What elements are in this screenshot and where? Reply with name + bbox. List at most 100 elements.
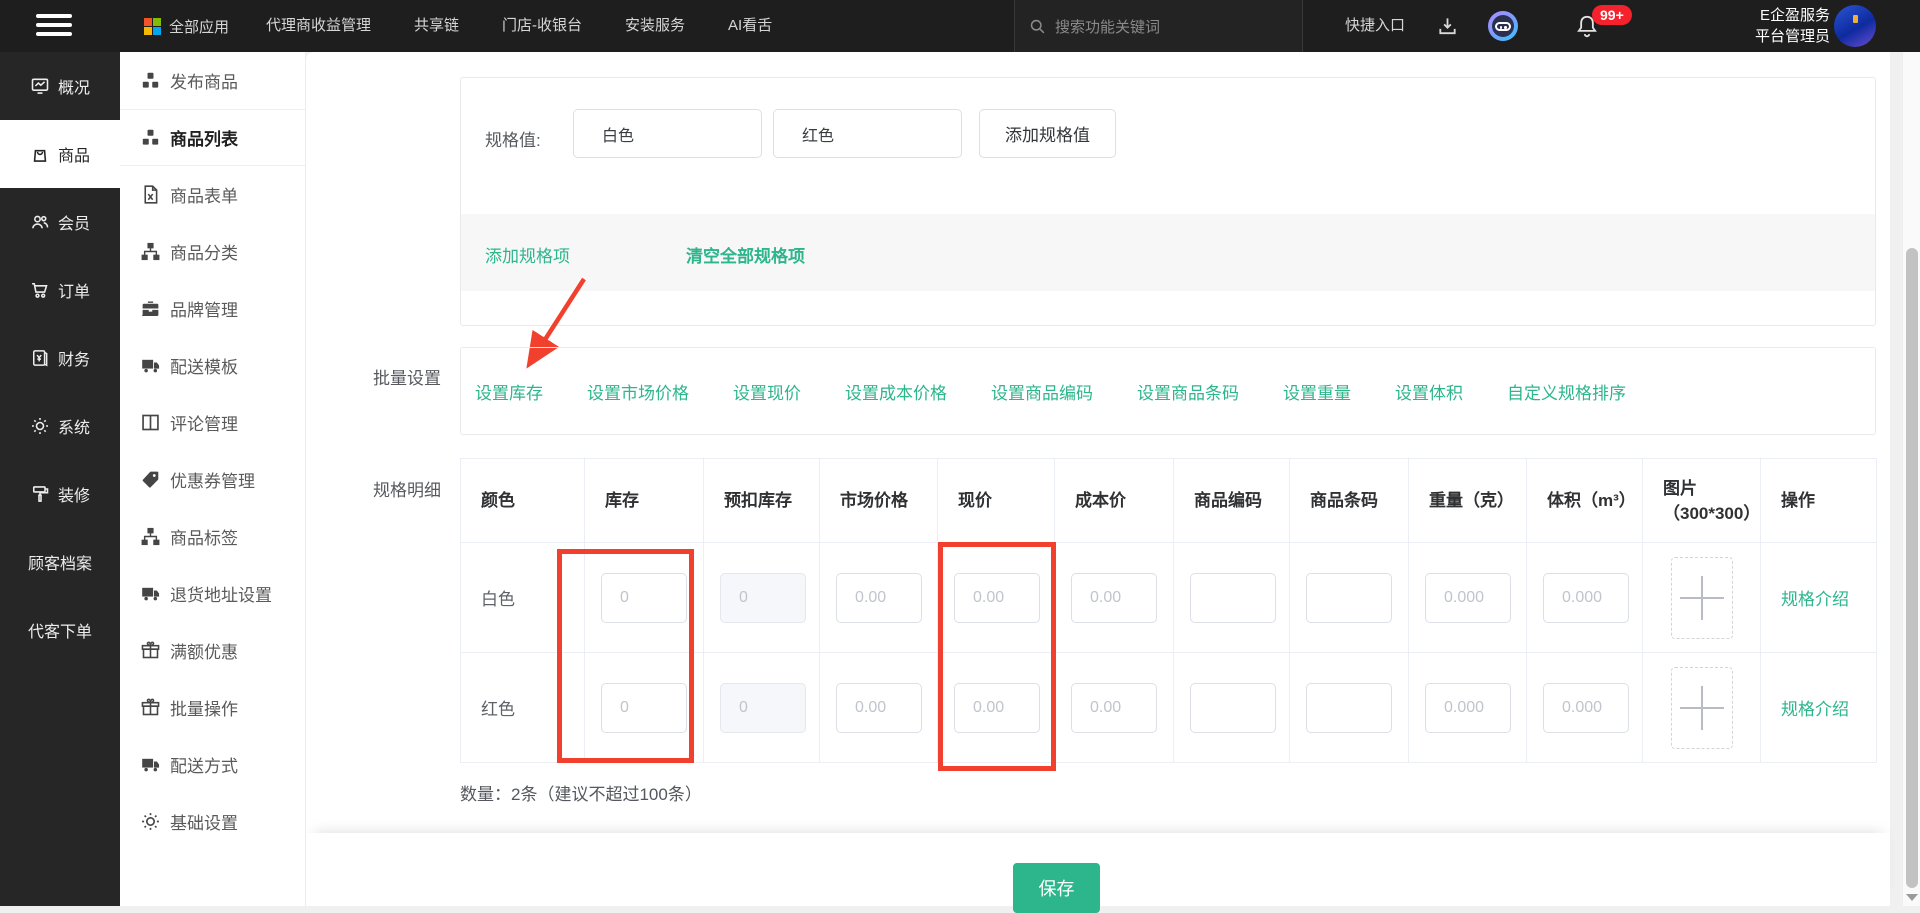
spec-actions-strip: 添加规格项 清空全部规格项 (461, 214, 1875, 291)
col-header-cost: 成本价 (1055, 459, 1174, 543)
batch-set-section: 设置库存 设置市场价格 设置现价 设置成本价格 设置商品编码 设置商品条码 设置… (460, 347, 1876, 435)
submenu-item[interactable]: 发布商品 (120, 52, 305, 109)
code-input[interactable] (1190, 682, 1276, 733)
price-input[interactable] (954, 682, 1040, 733)
stock-input[interactable] (601, 682, 687, 733)
weight-input[interactable] (1425, 682, 1511, 733)
image-upload-button[interactable] (1670, 666, 1733, 749)
spec-intro-link[interactable]: 规格介绍 (1781, 695, 1849, 720)
sidebar-item[interactable]: 装修 (0, 460, 120, 528)
col-header-volume: 体积（m³） (1527, 459, 1643, 543)
scrollbar-down-arrow[interactable] (1906, 894, 1918, 901)
topbar-menu-item[interactable]: AI看舌 (728, 0, 772, 52)
sitemap-icon (140, 526, 161, 547)
spec-value-input-2[interactable] (773, 109, 962, 158)
submenu-item[interactable]: 商品标签 (120, 508, 305, 565)
sidebar-item[interactable]: 订单 (0, 256, 120, 324)
sidebar-item[interactable]: 概况 (0, 52, 120, 120)
price-input[interactable] (954, 572, 1040, 623)
bag-icon (30, 144, 50, 164)
submenu-item[interactable]: 评论管理 (120, 394, 305, 451)
sidebar-item[interactable]: 代客下单 (0, 596, 120, 664)
batch-set-link[interactable]: 设置重量 (1283, 379, 1351, 404)
image-upload-button[interactable] (1670, 556, 1733, 639)
barcode-input[interactable] (1306, 682, 1392, 733)
scrollbar-track[interactable] (1902, 52, 1920, 906)
stock-input[interactable] (601, 572, 687, 623)
barcode-input[interactable] (1306, 572, 1392, 623)
topbar-menu-item[interactable]: 代理商收益管理 (266, 0, 371, 52)
submenu-item[interactable]: 商品列表 (120, 109, 305, 166)
download-icon[interactable] (1436, 15, 1459, 38)
batch-set-link[interactable]: 设置库存 (475, 379, 543, 404)
search-box[interactable]: 搜索功能关键词 (1014, 0, 1303, 52)
quick-entry-link[interactable]: 快捷入口 (1345, 0, 1405, 52)
cost-input[interactable] (1071, 682, 1157, 733)
gift-icon (140, 697, 161, 718)
avatar[interactable] (1834, 5, 1876, 47)
submenu-item[interactable]: 满额优惠 (120, 622, 305, 679)
app-grid-icon (144, 17, 161, 35)
code-input[interactable] (1190, 572, 1276, 623)
batch-set-link[interactable]: 设置体积 (1395, 379, 1463, 404)
add-spec-value-button[interactable]: 添加规格值 (979, 109, 1116, 158)
all-apps-label: 全部应用 (169, 18, 230, 36)
clear-all-spec-link[interactable]: 清空全部规格项 (686, 242, 805, 267)
batch-set-link[interactable]: 设置商品编码 (991, 379, 1093, 404)
col-header-market-price: 市场价格 (820, 459, 938, 543)
submenu-item[interactable]: 基础设置 (120, 793, 305, 850)
main-content: 规格值: 添加规格值 添加规格项 清空全部规格项 批量设置 设置库存 设置市场价… (306, 52, 1890, 913)
profile-role: 平台管理员 (1754, 28, 1830, 45)
hamburger-menu-icon[interactable] (36, 14, 74, 38)
submenu-item[interactable]: 品牌管理 (120, 280, 305, 337)
topbar-menu-item[interactable]: 安装服务 (625, 0, 685, 52)
topbar-menu-item[interactable]: 门店-收银台 (502, 0, 582, 52)
cost-input[interactable] (1071, 572, 1157, 623)
col-header-pre-stock: 预扣库存 (704, 459, 820, 543)
secondary-sidebar: 发布商品 商品列表 商品表单 商品分类 品牌管理 配送模板 评论管理 优惠券管理… (120, 52, 306, 906)
col-header-color: 颜色 (461, 459, 585, 543)
volume-input[interactable] (1543, 572, 1629, 623)
sidebar-item[interactable]: 会员 (0, 188, 120, 256)
market-price-input[interactable] (836, 572, 922, 623)
sidebar-item[interactable]: 顾客档案 (0, 528, 120, 596)
sidebar-item[interactable]: 商品 (0, 120, 120, 188)
submenu-item[interactable]: 优惠券管理 (120, 451, 305, 508)
batch-set-link[interactable]: 设置市场价格 (587, 379, 689, 404)
batch-set-link[interactable]: 设置成本价格 (845, 379, 947, 404)
spec-intro-link[interactable]: 规格介绍 (1781, 585, 1849, 610)
file-icon (140, 184, 161, 205)
truck-icon (140, 754, 161, 775)
market-price-input[interactable] (836, 682, 922, 733)
ai-robot-icon[interactable] (1488, 11, 1518, 41)
batch-set-link[interactable]: 自定义规格排序 (1507, 379, 1626, 404)
monitor-icon (30, 76, 50, 96)
batch-set-link[interactable]: 设置现价 (733, 379, 801, 404)
col-header-action: 操作 (1761, 459, 1877, 543)
batch-set-link[interactable]: 设置商品条码 (1137, 379, 1239, 404)
sidebar-item[interactable]: 财务 (0, 324, 120, 392)
sidebar-item[interactable]: 系统 (0, 392, 120, 460)
row-count-text: 数量：2条（建议不超过100条） (460, 785, 702, 804)
volume-input[interactable] (1543, 682, 1629, 733)
submenu-item[interactable]: 退货地址设置 (120, 565, 305, 622)
scrollbar-thumb[interactable] (1906, 248, 1918, 888)
submenu-item[interactable]: 商品分类 (120, 223, 305, 280)
submenu-item[interactable]: 批量操作 (120, 679, 305, 736)
users-icon (30, 212, 50, 232)
add-spec-item-link[interactable]: 添加规格项 (485, 242, 570, 267)
spec-value-input-1[interactable] (573, 109, 762, 158)
submenu-item[interactable]: 配送模板 (120, 337, 305, 394)
profile-info[interactable]: E企盈服务 平台管理员 (1690, 5, 1830, 47)
sitemap-icon (140, 241, 161, 262)
col-header-code: 商品编码 (1174, 459, 1290, 543)
topbar: 全部应用 代理商收益管理 共享链 门店-收银台 安装服务 AI看舌 搜索功能关键… (0, 0, 1920, 52)
notification-badge: 99+ (1592, 5, 1632, 25)
weight-input[interactable] (1425, 572, 1511, 623)
topbar-item-all-apps[interactable]: 全部应用 (144, 0, 229, 52)
submenu-item[interactable]: 配送方式 (120, 736, 305, 793)
topbar-menu-item[interactable]: 共享链 (414, 0, 459, 52)
roller-icon (30, 484, 50, 504)
submenu-item[interactable]: 商品表单 (120, 166, 305, 223)
pre-stock-input (720, 572, 806, 623)
